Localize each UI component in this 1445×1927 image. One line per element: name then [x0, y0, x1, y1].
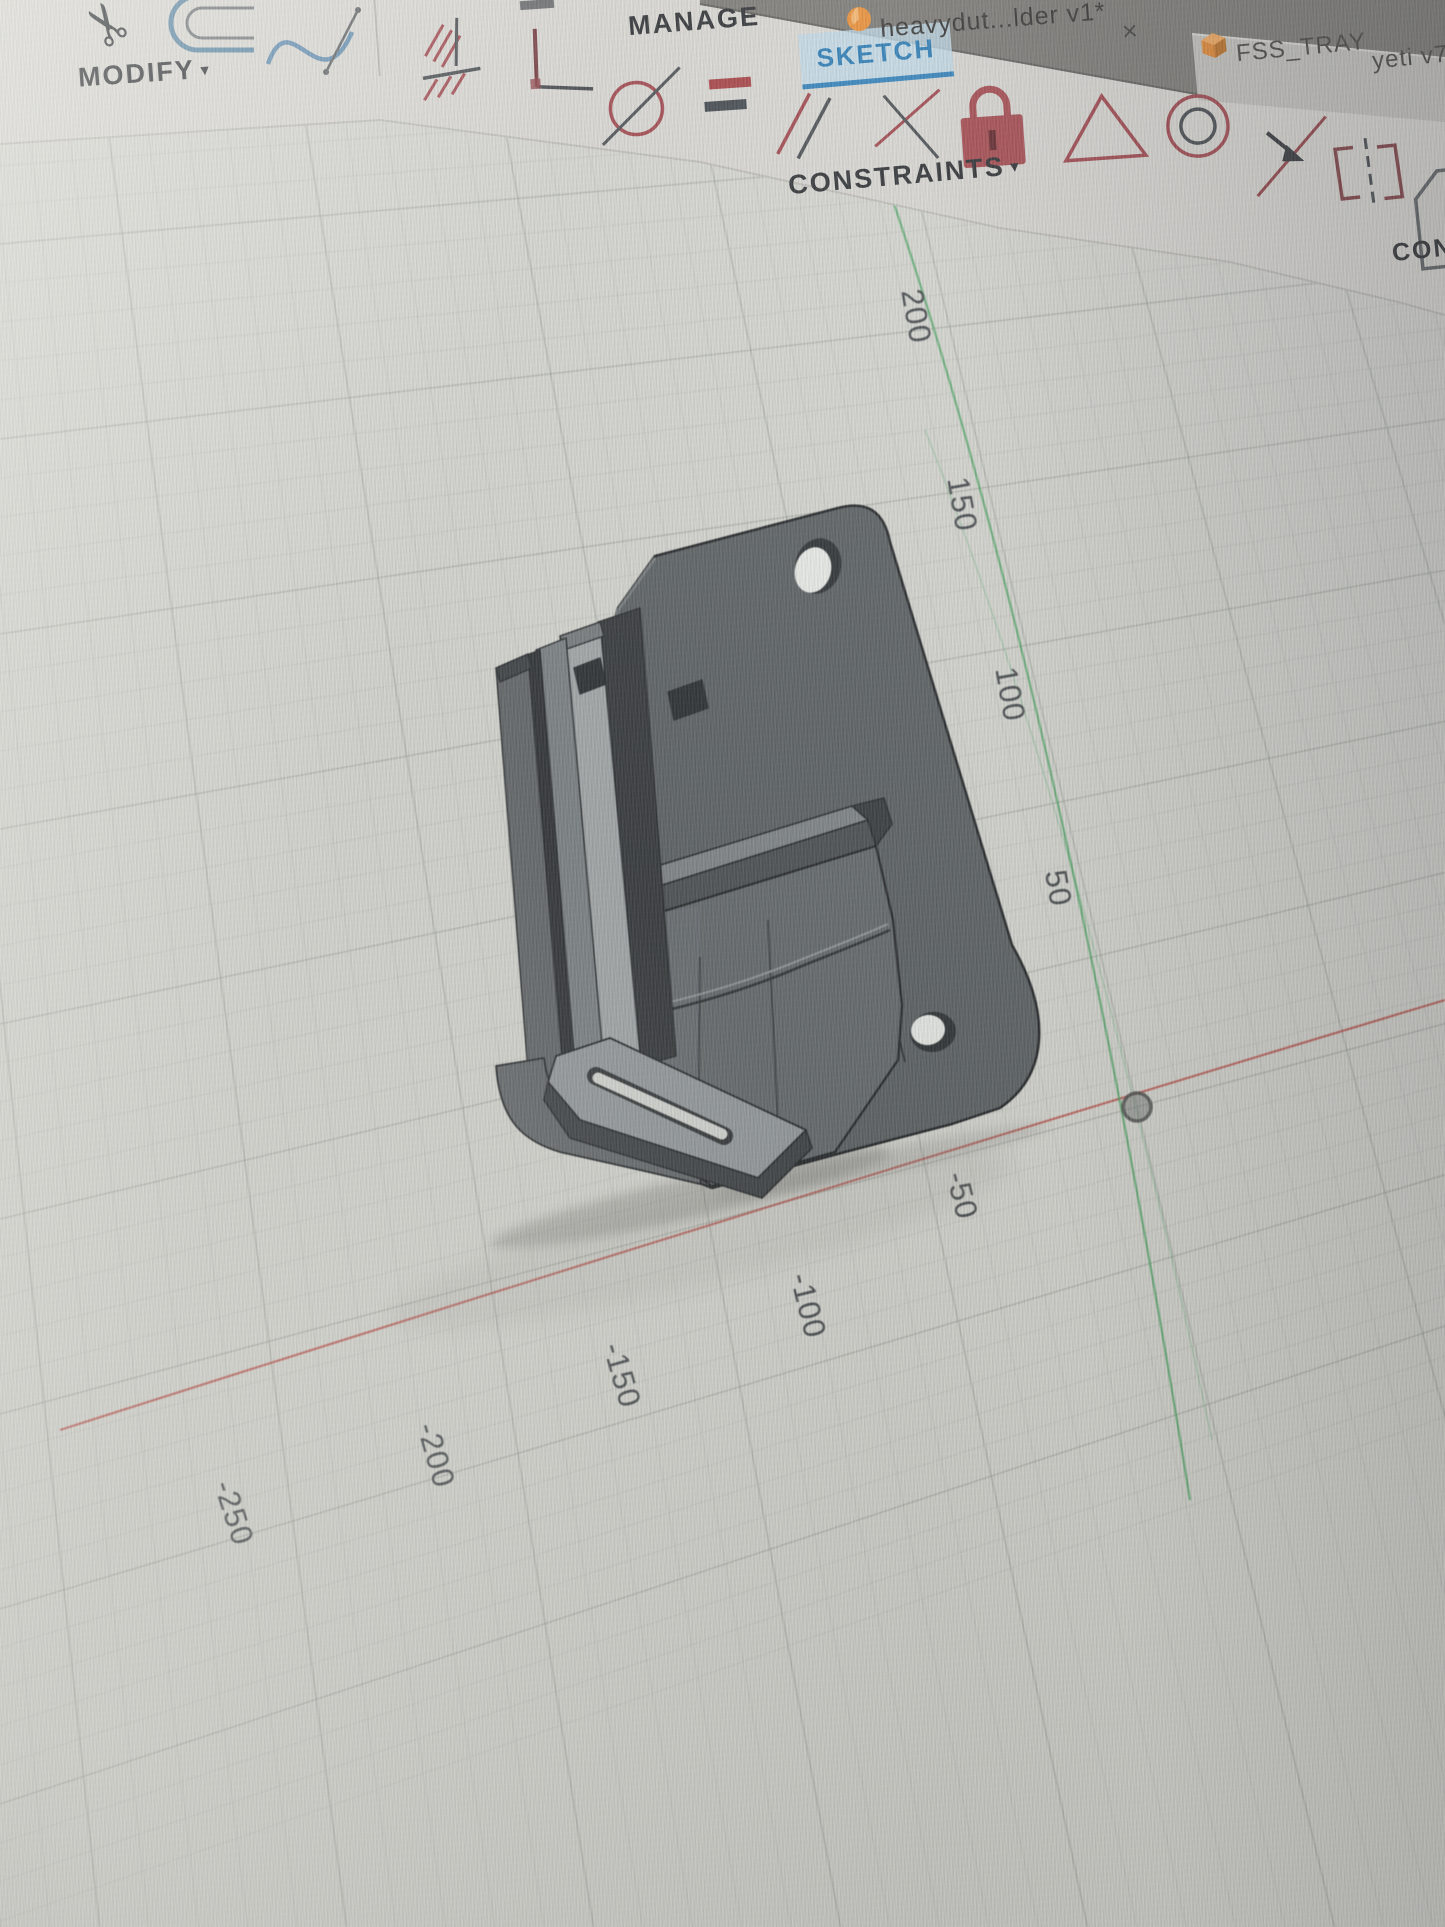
concentric-icon[interactable]	[1149, 77, 1249, 177]
axis-label-neg100: -100	[783, 1269, 833, 1342]
axis-label-neg250: -250	[207, 1476, 261, 1550]
axis-label-100: 100	[988, 664, 1032, 724]
fusion-cube-icon	[1198, 29, 1231, 64]
constraints-dropdown-arrow: ▾	[1010, 158, 1021, 176]
parallel-icon[interactable]	[759, 83, 849, 173]
equal-icon[interactable]	[698, 68, 766, 126]
panel-partial-text: CON	[1391, 233, 1445, 268]
tangent-icon[interactable]	[589, 50, 699, 153]
origin-point[interactable]	[1123, 1093, 1151, 1121]
axis-label-neg200: -200	[410, 1419, 462, 1492]
modify-dropdown-arrow: ▾	[200, 61, 211, 79]
screen-photo: { "tab_bar": { "doc_tabs": [ { "icon": "…	[0, 0, 1445, 1927]
fusion-logo-icon	[844, 3, 877, 36]
collinear-hatch-icon[interactable]	[405, 11, 508, 117]
perpendicular-icon[interactable]	[494, 17, 601, 134]
doc-tab-1-close-icon[interactable]: ×	[1121, 15, 1140, 47]
triangle-polygon-icon[interactable]	[1055, 85, 1155, 175]
panel-partial-label: CON	[1391, 233, 1445, 267]
ribbon-toolbar: ✂ MODIFY▾ MANAGE	[0, 0, 1445, 340]
spline-icon[interactable]	[262, 6, 382, 92]
3d-model-bracket[interactable]	[496, 506, 1039, 1198]
axis-label-50: 50	[1038, 867, 1079, 909]
close-glyph: ×	[1121, 15, 1140, 46]
